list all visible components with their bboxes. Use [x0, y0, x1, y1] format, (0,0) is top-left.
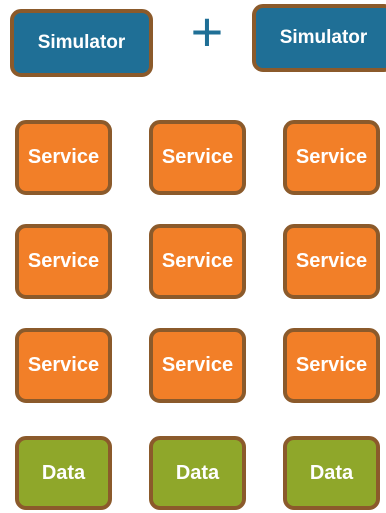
data-label: Data: [175, 461, 220, 484]
service-box: Service: [283, 224, 380, 299]
service-box: Service: [149, 224, 246, 299]
service-box: Service: [149, 120, 246, 195]
simulator-box-2: Simulator: [252, 4, 386, 72]
data-label: Data: [309, 461, 354, 484]
service-label: Service: [161, 250, 234, 272]
service-box: Service: [283, 120, 380, 195]
data-label: Data: [41, 461, 86, 484]
service-label: Service: [161, 354, 234, 376]
service-box: Service: [15, 224, 112, 299]
data-box: Data: [15, 436, 112, 510]
plus-icon: +: [190, 0, 224, 63]
service-box: Service: [283, 328, 380, 403]
service-box: Service: [15, 328, 112, 403]
simulator-label: Simulator: [37, 32, 126, 53]
service-label: Service: [295, 354, 368, 376]
service-label: Service: [161, 146, 234, 168]
service-box: Service: [15, 120, 112, 195]
simulator-box-1: Simulator: [10, 9, 153, 77]
data-box: Data: [149, 436, 246, 510]
data-box: Data: [283, 436, 380, 510]
service-label: Service: [27, 354, 100, 376]
service-label: Service: [27, 250, 100, 272]
service-box: Service: [149, 328, 246, 403]
service-label: Service: [27, 146, 100, 168]
service-label: Service: [295, 146, 368, 168]
simulator-label: Simulator: [279, 27, 368, 48]
service-label: Service: [295, 250, 368, 272]
